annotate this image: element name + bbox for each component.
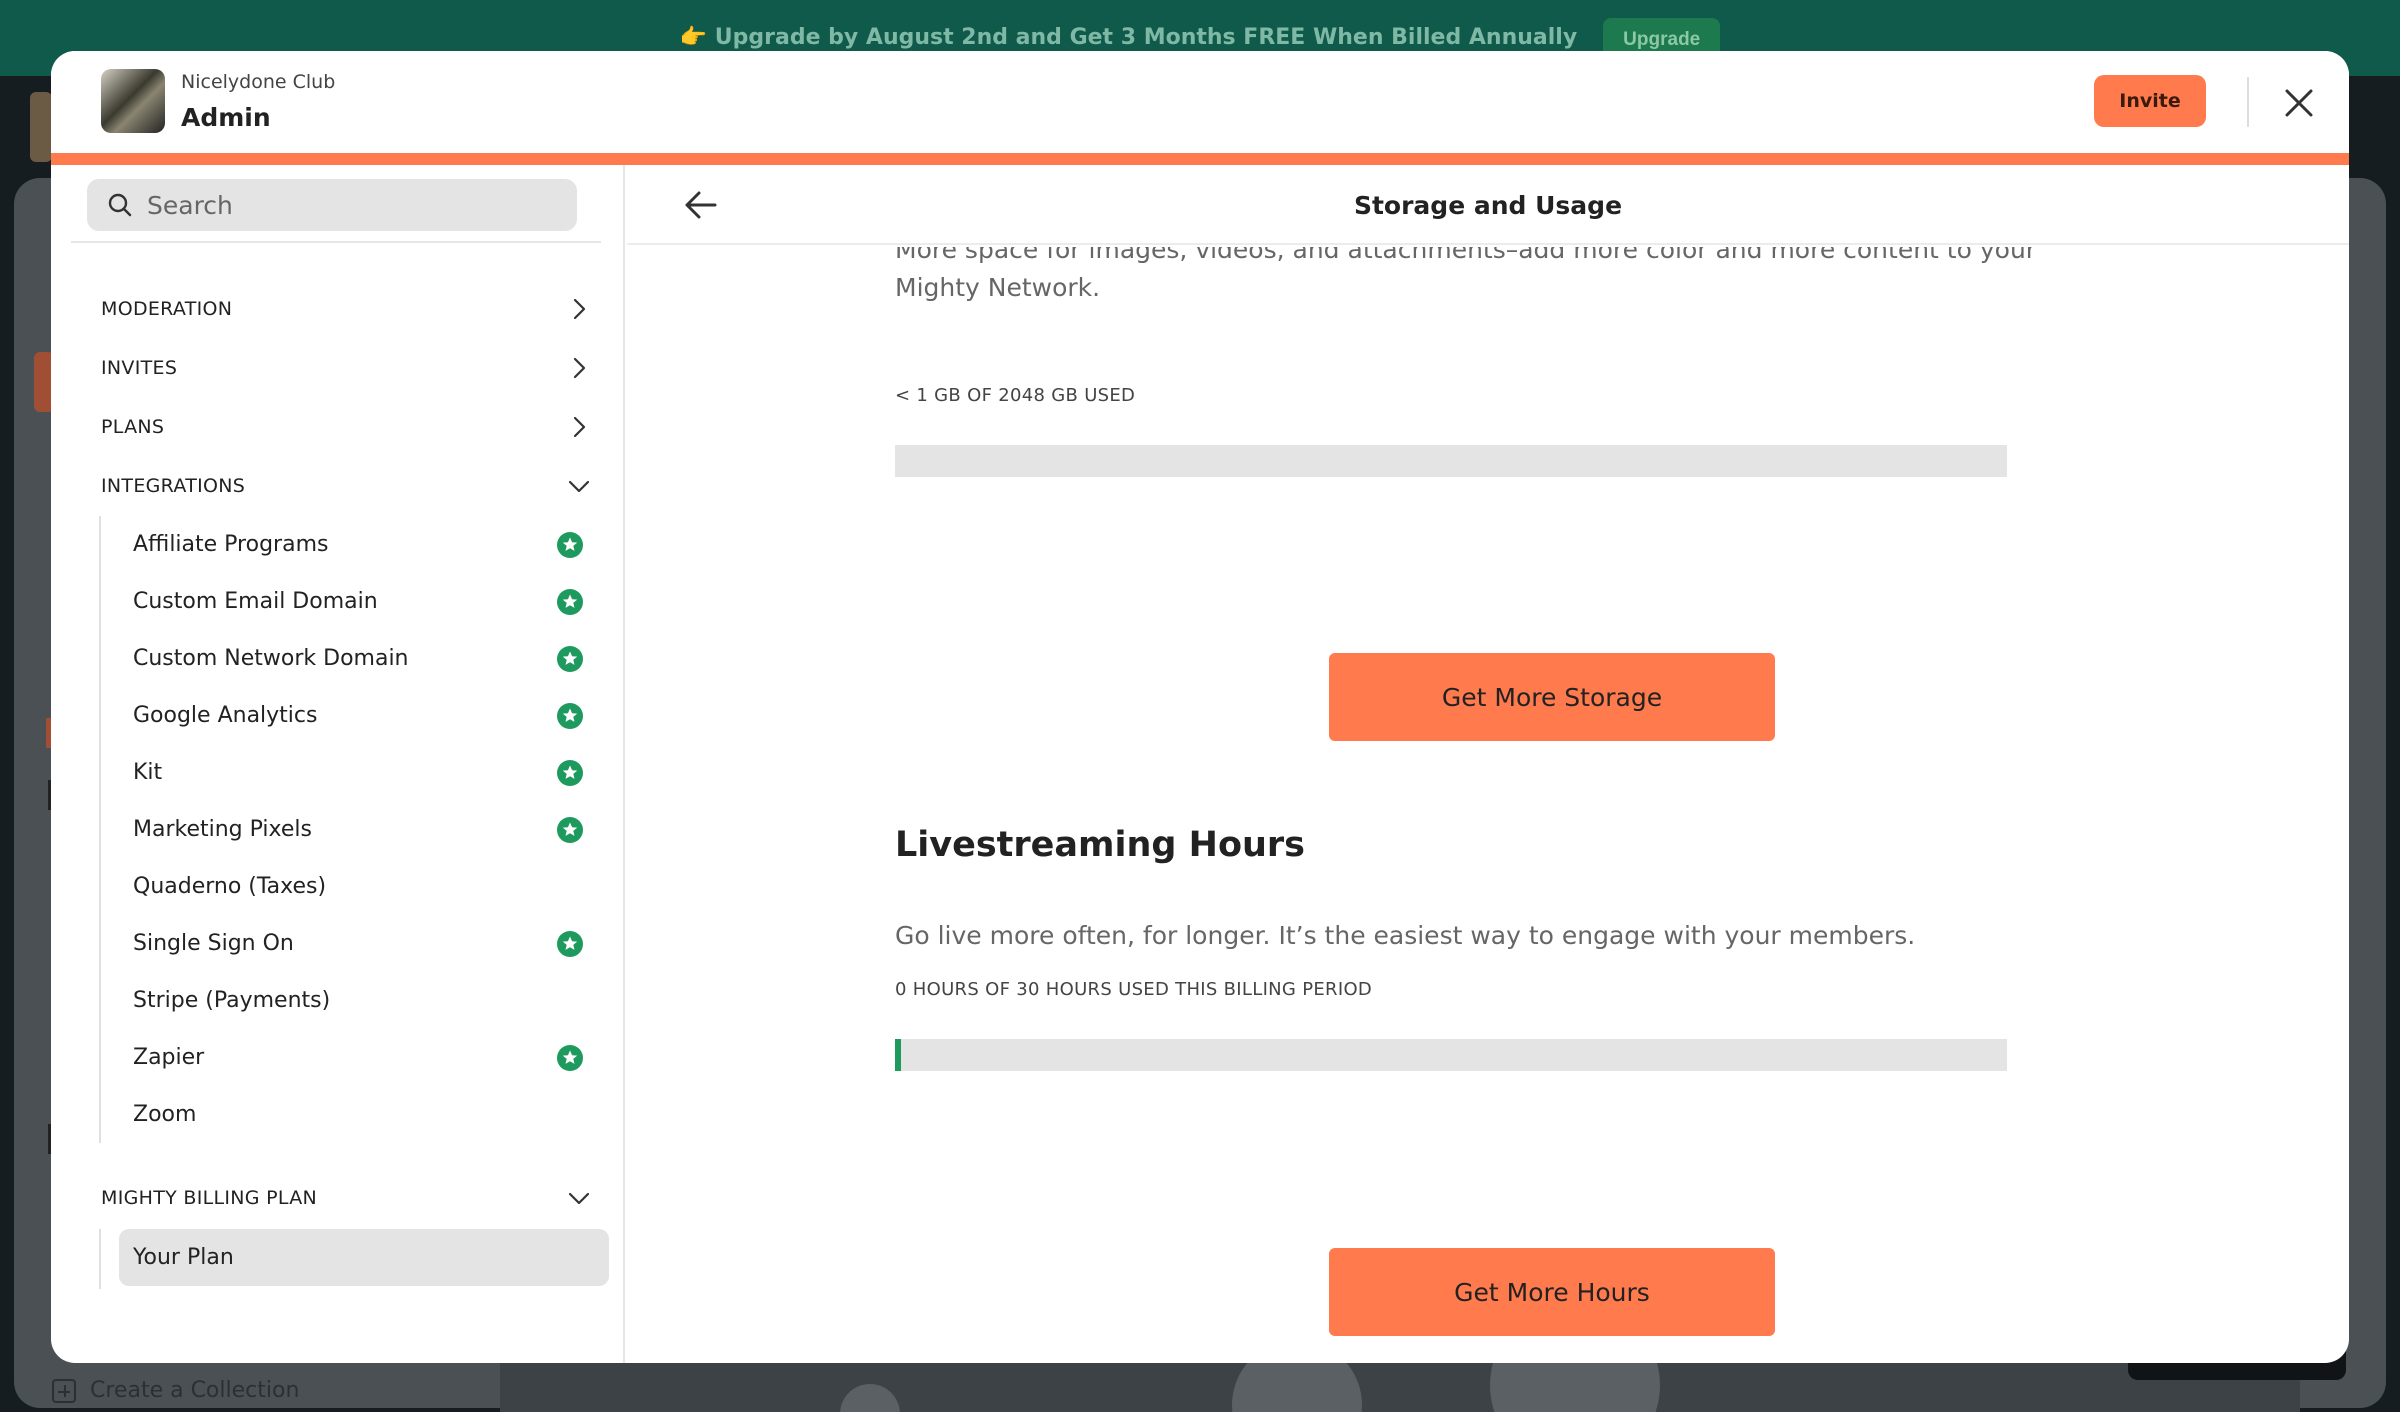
chevron-right-icon xyxy=(573,357,586,379)
storage-description: More space for images, videos, and attac… xyxy=(895,247,2037,302)
integrations-list: Affiliate Programs Custom Email Domain Cus… xyxy=(99,516,593,1143)
sidebar-item-label: Your Plan xyxy=(133,1245,234,1270)
section-label: PLANS xyxy=(101,416,165,438)
usage-content: More space for images, videos, and attac… xyxy=(627,247,2349,1363)
storage-usage-text: < 1 GB OF 2048 GB USED xyxy=(895,385,1136,406)
star-badge-icon xyxy=(557,703,583,729)
chevron-down-icon xyxy=(568,480,590,493)
invite-button[interactable]: Invite xyxy=(2094,75,2206,127)
close-button[interactable] xyxy=(2279,83,2319,123)
sidebar-item-label: Kit xyxy=(133,760,163,785)
sidebar-item-your-plan[interactable]: Your Plan xyxy=(119,1229,609,1286)
sidebar-item-integration[interactable]: Zoom xyxy=(101,1086,593,1143)
page-title: Storage and Usage xyxy=(1353,190,1623,220)
background-avatar xyxy=(30,92,52,162)
star-badge-icon xyxy=(557,646,583,672)
sidebar-item-label: Stripe (Payments) xyxy=(133,988,331,1013)
club-logo xyxy=(101,69,165,133)
search-icon xyxy=(108,193,132,217)
create-collection: Create a Collection xyxy=(52,1378,299,1403)
create-collection-label: Create a Collection xyxy=(90,1378,300,1403)
chevron-right-icon xyxy=(573,298,586,320)
admin-title: Admin xyxy=(181,103,271,132)
livestreaming-progress-bar xyxy=(895,1039,2007,1071)
star-badge-icon xyxy=(557,532,583,558)
sidebar-item-label: Marketing Pixels xyxy=(133,817,312,842)
sidebar-item-label: Single Sign On xyxy=(133,931,294,956)
sidebar-item-label: Affiliate Programs xyxy=(133,532,329,557)
sidebar-section-billing[interactable]: MIGHTY BILLING PLAN xyxy=(101,1178,591,1218)
sidebar-item-label: Custom Network Domain xyxy=(133,646,409,671)
sidebar-item-label: Zapier xyxy=(133,1045,205,1070)
sidebar-item-integration[interactable]: Custom Network Domain xyxy=(101,630,593,687)
sidebar-item-integration[interactable]: Stripe (Payments) xyxy=(101,972,593,1029)
get-more-storage-button[interactable]: Get More Storage xyxy=(1329,653,1775,741)
star-badge-icon xyxy=(557,931,583,957)
search-input[interactable] xyxy=(147,190,547,220)
chevron-down-icon xyxy=(568,1192,590,1205)
plus-icon xyxy=(52,1378,76,1403)
sidebar-item-integration[interactable]: Kit xyxy=(101,744,593,801)
sidebar-item-label: Zoom xyxy=(133,1102,197,1127)
modal-header: Nicelydone Club Admin Invite xyxy=(51,51,2349,153)
livestreaming-usage-text: 0 HOURS OF 30 HOURS USED THIS BILLING PE… xyxy=(895,979,1373,1000)
livestreaming-progress-fill xyxy=(895,1039,901,1071)
section-label: INTEGRATIONS xyxy=(101,475,246,497)
club-name: Nicelydone Club xyxy=(181,71,336,93)
sidebar-section-moderation[interactable]: MODERATION xyxy=(101,289,591,329)
livestreaming-title: Livestreaming Hours xyxy=(895,825,1306,865)
main-panel: Storage and Usage More space for images,… xyxy=(627,165,2349,1363)
section-label: INVITES xyxy=(101,357,178,379)
arrow-left-icon xyxy=(685,191,717,219)
get-more-hours-button[interactable]: Get More Hours xyxy=(1329,1248,1775,1336)
sidebar-item-label: Google Analytics xyxy=(133,703,318,728)
star-badge-icon xyxy=(557,1045,583,1071)
sidebar-item-integration[interactable]: Zapier xyxy=(101,1029,593,1086)
star-badge-icon xyxy=(557,817,583,843)
sidebar-section-integrations[interactable]: INTEGRATIONS xyxy=(101,466,591,506)
header-accent-bar xyxy=(51,153,2349,165)
admin-sidebar: MODERATION INVITES PLANS INTEGRATIONS Af… xyxy=(51,165,625,1363)
back-button[interactable] xyxy=(681,185,721,225)
sidebar-item-integration[interactable]: Single Sign On xyxy=(101,915,593,972)
billing-list: Your Plan xyxy=(99,1229,609,1289)
header-divider xyxy=(2247,77,2249,127)
star-badge-icon xyxy=(557,760,583,786)
sidebar-divider xyxy=(71,241,601,243)
sidebar-item-integration[interactable]: Google Analytics xyxy=(101,687,593,744)
sidebar-section-plans[interactable]: PLANS xyxy=(101,407,591,447)
admin-modal: Nicelydone Club Admin Invite MODERATION … xyxy=(51,51,2349,1363)
section-label: MIGHTY BILLING PLAN xyxy=(101,1187,318,1209)
section-label: MODERATION xyxy=(101,298,233,320)
sidebar-item-integration[interactable]: Custom Email Domain xyxy=(101,573,593,630)
main-header: Storage and Usage xyxy=(627,165,2349,245)
star-badge-icon xyxy=(557,589,583,615)
sidebar-item-label: Quaderno (Taxes) xyxy=(133,874,327,899)
sidebar-section-invites[interactable]: INVITES xyxy=(101,348,591,388)
storage-progress-bar xyxy=(895,445,2007,477)
livestreaming-description: Go live more often, for longer. It’s the… xyxy=(895,921,1916,950)
sidebar-item-label: Custom Email Domain xyxy=(133,589,378,614)
sidebar-item-integration[interactable]: Affiliate Programs xyxy=(101,516,593,573)
chevron-right-icon xyxy=(573,416,586,438)
sidebar-item-integration[interactable]: Quaderno (Taxes) xyxy=(101,858,593,915)
sidebar-item-integration[interactable]: Marketing Pixels xyxy=(101,801,593,858)
search-box[interactable] xyxy=(87,179,577,231)
close-icon xyxy=(2285,89,2313,117)
